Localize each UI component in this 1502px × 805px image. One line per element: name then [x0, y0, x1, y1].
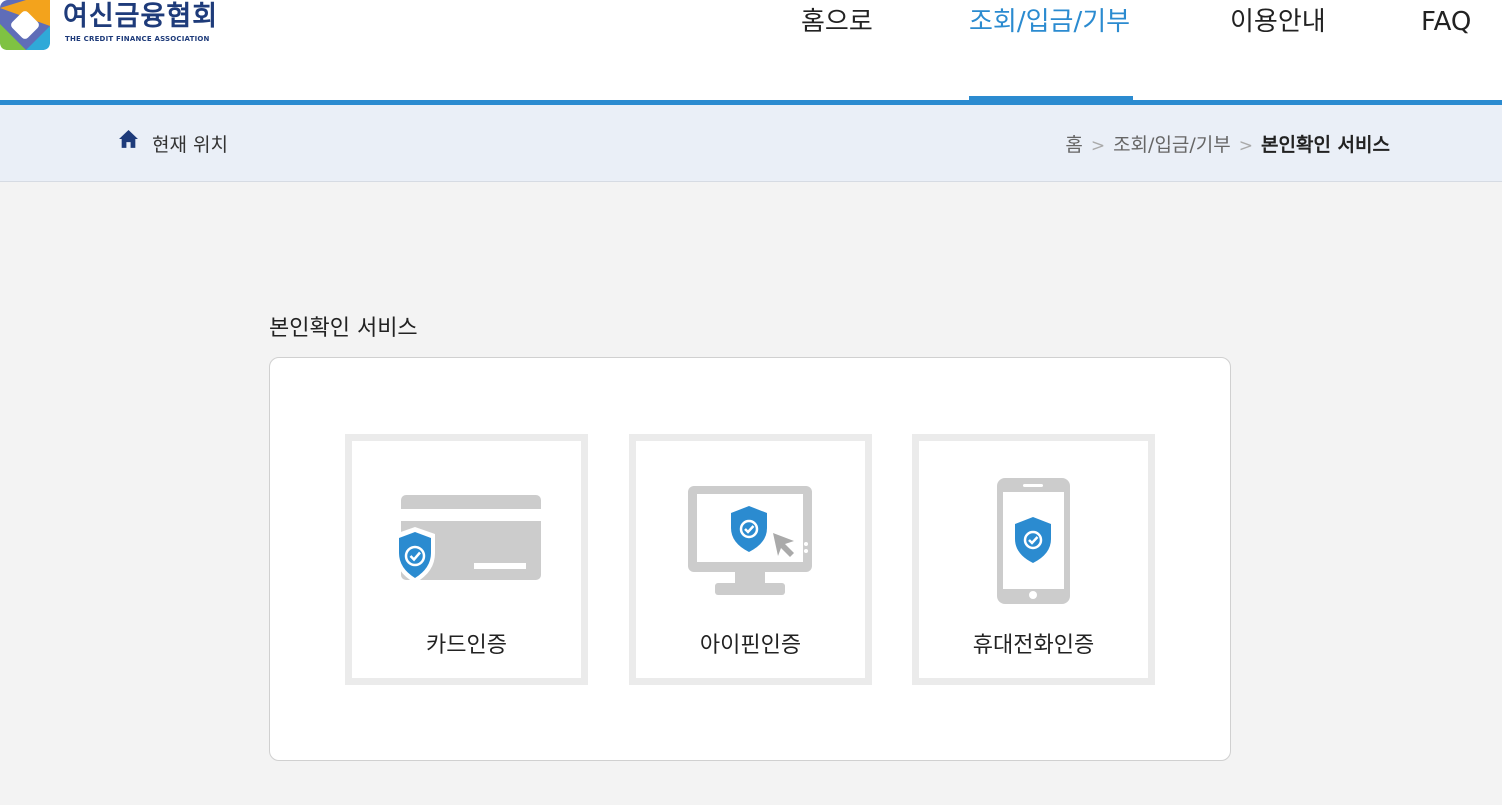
home-icon — [119, 130, 138, 148]
breadcrumb-home[interactable]: 홈 — [1065, 134, 1082, 156]
mobile-phone-shield-icon — [997, 478, 1070, 604]
nav-faq[interactable]: FAQ — [1421, 4, 1471, 40]
site-header: 여신금융협회 THE CREDIT FINANCE ASSOCIATION 홈으… — [0, 0, 1502, 100]
ipin-verification-label: 아이핀인증 — [699, 633, 802, 658]
current-location-label: 현재 위치 — [152, 134, 228, 156]
nav-inquiry-deposit-donation[interactable]: 조회/입금/기부 — [969, 4, 1130, 40]
mobile-verification-option[interactable]: 휴대전화인증 — [912, 434, 1155, 685]
nav-usage-guide[interactable]: 이용안내 — [1230, 4, 1326, 40]
nav-home[interactable]: 홈으로 — [801, 4, 873, 40]
mobile-verification-label: 휴대전화인증 — [972, 633, 1095, 658]
nav-active-indicator — [969, 96, 1133, 102]
breadcrumb-inquiry[interactable]: 조회/입금/기부 — [1113, 134, 1231, 156]
breadcrumb-separator: > — [1090, 136, 1106, 156]
logo-title: 여신금융협회 — [63, 1, 219, 32]
credit-card-shield-icon — [395, 495, 541, 583]
card-verification-label: 카드인증 — [426, 633, 507, 658]
logo-mark-icon — [0, 0, 50, 50]
breadcrumb-current: 본인확인 서비스 — [1261, 134, 1390, 156]
monitor-shield-icon — [688, 486, 812, 595]
breadcrumb-separator: > — [1238, 136, 1254, 156]
ipin-verification-option[interactable]: 아이핀인증 — [629, 434, 872, 685]
location-bar: 현재 위치 홈 > 조회/입금/기부 > 본인확인 서비스 — [0, 105, 1502, 182]
card-verification-option[interactable]: 카드인증 — [345, 434, 588, 685]
page-title: 본인확인 서비스 — [269, 316, 418, 341]
breadcrumb: 홈 > 조회/입금/기부 > 본인확인 서비스 — [1065, 130, 1390, 157]
logo-subtitle: THE CREDIT FINANCE ASSOCIATION — [65, 35, 210, 43]
